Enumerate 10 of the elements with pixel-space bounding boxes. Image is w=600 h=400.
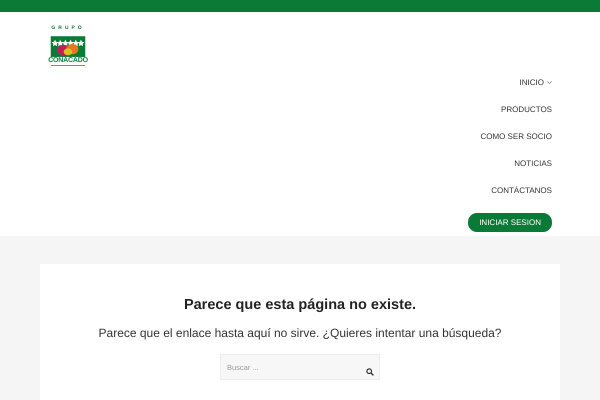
- search-icon: [366, 368, 374, 376]
- login-button[interactable]: INICIAR SESION: [468, 213, 552, 232]
- message-text: Parece que el enlace hasta aquí no sirve. ¿Quieres intentar una búsqueda?: [98, 326, 502, 340]
- nav-link[interactable]: COMO SER SOCIO: [480, 132, 552, 159]
- nav-link[interactable]: NOTICIAS: [514, 159, 552, 186]
- tagline-line-icon: [51, 65, 85, 67]
- nav-link[interactable]: PRODUCTOS: [501, 105, 552, 132]
- nav-link[interactable]: INICIO: [520, 78, 552, 105]
- nav-link[interactable]: CONTÁCTANOS: [491, 186, 552, 213]
- page-title: Parece que esta página no existe.: [184, 297, 416, 313]
